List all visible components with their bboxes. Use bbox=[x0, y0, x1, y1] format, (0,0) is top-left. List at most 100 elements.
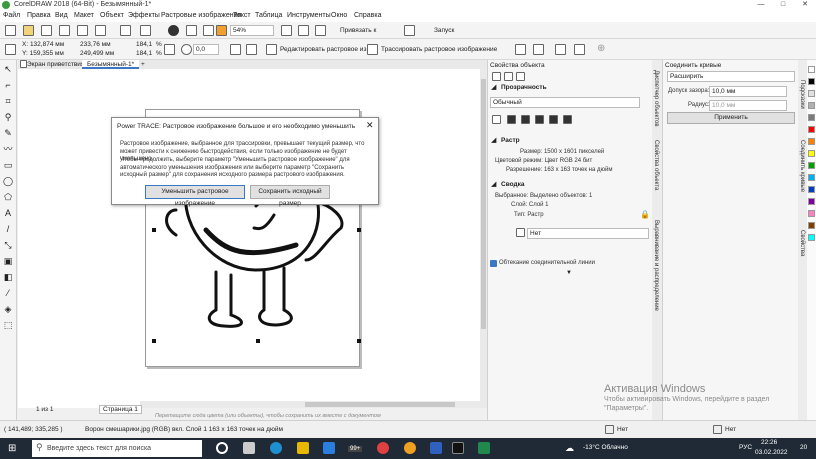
x-position-field[interactable]: X: 132,874 мм bbox=[22, 41, 64, 48]
menu-text[interactable]: Текст bbox=[233, 12, 251, 19]
tab-object-manager[interactable]: Диспетчер объектов bbox=[653, 70, 659, 127]
color-swatch[interactable] bbox=[808, 210, 815, 217]
cloud-icon[interactable] bbox=[59, 25, 70, 36]
transparency-mode-select[interactable]: Обычный bbox=[490, 97, 640, 108]
tab-properties[interactable]: Свойства bbox=[799, 230, 805, 256]
rectangle-tool-icon[interactable]: ▭ bbox=[3, 160, 13, 170]
import-icon[interactable] bbox=[186, 25, 197, 36]
cut-icon[interactable] bbox=[95, 25, 106, 36]
horizontal-scroll-thumb[interactable] bbox=[305, 402, 455, 407]
polygon-tool-icon[interactable]: ⬠ bbox=[3, 192, 13, 202]
color-swatch[interactable] bbox=[808, 198, 815, 205]
search-content-icon[interactable] bbox=[168, 25, 179, 36]
maximize-button[interactable]: □ bbox=[772, 0, 794, 10]
color-swatch[interactable] bbox=[808, 126, 815, 133]
tab-align-distribute[interactable]: Выравнивание и распределение bbox=[653, 220, 659, 311]
expand-arrow-icon[interactable]: ▼ bbox=[566, 270, 572, 276]
edit-bitmap-icon[interactable] bbox=[266, 44, 277, 55]
color-swatch[interactable] bbox=[808, 234, 815, 241]
selection-handle[interactable] bbox=[357, 228, 361, 232]
menu-window[interactable]: Окно bbox=[331, 12, 347, 19]
no-transparency-icon[interactable] bbox=[492, 115, 501, 124]
color-swatch[interactable] bbox=[808, 114, 815, 121]
scale-width-field[interactable]: 184,1 bbox=[136, 41, 152, 48]
tab-hints[interactable]: Подсказки bbox=[799, 80, 805, 109]
gap-tolerance-field[interactable]: 10,0 мм bbox=[709, 86, 787, 97]
width-field[interactable]: 233,76 мм bbox=[80, 41, 111, 48]
fill-indicator-icon[interactable] bbox=[605, 425, 614, 434]
language-indicator[interactable]: РУС bbox=[739, 444, 752, 451]
scale-height-field[interactable]: 184,1 bbox=[136, 50, 152, 57]
eyedropper-tool-icon[interactable]: ⁄ bbox=[3, 288, 13, 298]
fountain-transparency-icon[interactable] bbox=[521, 115, 530, 124]
tab-document[interactable]: Безымянный-1* bbox=[82, 60, 140, 69]
tab-welcome-screen[interactable]: Экран приветствия bbox=[22, 60, 89, 69]
start-icon[interactable]: ⊞ bbox=[8, 443, 16, 454]
open-folder-icon[interactable] bbox=[23, 25, 34, 36]
transparency-tab-icon[interactable] bbox=[516, 72, 525, 81]
tab-object-properties[interactable]: Свойства объекта bbox=[653, 140, 659, 190]
freehand-tool-icon[interactable]: ✎ bbox=[3, 128, 13, 138]
outline-indicator-icon[interactable] bbox=[713, 425, 722, 434]
print-icon[interactable] bbox=[77, 25, 88, 36]
minimize-button[interactable]: — bbox=[750, 0, 772, 10]
color-swatch[interactable] bbox=[808, 66, 815, 73]
store-icon[interactable] bbox=[323, 442, 335, 454]
shape-tool-icon[interactable]: ⌐ bbox=[3, 80, 13, 90]
trace-bitmap-icon[interactable] bbox=[367, 44, 378, 55]
color-swatch[interactable] bbox=[808, 174, 815, 181]
keep-original-size-button[interactable]: Сохранить исходный размер bbox=[250, 185, 330, 207]
weather-text[interactable]: -13°C Облачно bbox=[583, 444, 628, 451]
outline-tab-icon[interactable] bbox=[492, 72, 501, 81]
publish-pdf-icon[interactable] bbox=[216, 25, 227, 36]
lock-ratio-icon[interactable] bbox=[164, 44, 175, 55]
menu-help[interactable]: Справка bbox=[354, 12, 381, 19]
ellipse-tool-icon[interactable]: ◯ bbox=[3, 176, 13, 186]
rulers-icon[interactable] bbox=[298, 25, 309, 36]
transparency-tool-icon[interactable]: ◧ bbox=[3, 272, 13, 282]
collapse-arrow-icon[interactable]: ◢ bbox=[491, 180, 496, 188]
color-swatch[interactable] bbox=[808, 222, 815, 229]
resample-icon[interactable] bbox=[533, 44, 544, 55]
selection-handle[interactable] bbox=[256, 339, 260, 343]
menu-effects[interactable]: Эффекты bbox=[128, 12, 160, 19]
menu-object[interactable]: Объект bbox=[100, 12, 124, 19]
new-tab-button[interactable]: + bbox=[136, 60, 150, 69]
chrome-icon[interactable] bbox=[404, 442, 416, 454]
lock-icon[interactable]: 🔒 bbox=[640, 210, 650, 219]
coreldraw-icon[interactable] bbox=[452, 442, 464, 454]
height-field[interactable]: 249,499 мм bbox=[80, 50, 114, 57]
redo-icon[interactable] bbox=[140, 25, 151, 36]
taskbar-search-box[interactable]: Введите здесь текст для поиска bbox=[32, 440, 202, 457]
checkbox-checked-icon[interactable] bbox=[490, 260, 497, 267]
add-icon[interactable]: ⊕ bbox=[597, 43, 605, 54]
color-swatch[interactable] bbox=[808, 78, 815, 85]
grid-icon[interactable] bbox=[315, 25, 326, 36]
new-document-icon[interactable] bbox=[5, 25, 16, 36]
vertical-scrollbar[interactable] bbox=[480, 69, 487, 408]
tab-connect-curves[interactable]: Соединить кривые bbox=[799, 140, 805, 192]
uniform-transparency-icon[interactable] bbox=[507, 115, 516, 124]
menu-layout[interactable]: Макет bbox=[74, 12, 94, 19]
mirror-vertical-icon[interactable] bbox=[246, 44, 257, 55]
vertical-scroll-thumb[interactable] bbox=[481, 79, 486, 329]
radius-field[interactable]: 10,0 мм bbox=[709, 100, 787, 111]
save-icon[interactable] bbox=[41, 25, 52, 36]
connector-tool-icon[interactable]: ⤡ bbox=[3, 240, 13, 250]
widgets-icon[interactable] bbox=[243, 442, 255, 454]
reduce-bitmap-button[interactable]: Уменьшить растровое изображение bbox=[145, 185, 245, 207]
excel-icon[interactable] bbox=[478, 442, 490, 454]
smart-fill-icon[interactable]: ⬚ bbox=[3, 320, 13, 330]
bitmap-color-mask-icon[interactable] bbox=[555, 44, 566, 55]
artistic-media-icon[interactable]: 〰 bbox=[3, 144, 13, 154]
menu-table[interactable]: Таблица bbox=[255, 12, 282, 19]
notification-count[interactable]: 20 bbox=[800, 444, 807, 451]
clock-date[interactable]: 03.02.2022 bbox=[755, 449, 788, 456]
blend-tool-icon[interactable]: ▣ bbox=[3, 256, 13, 266]
word-icon[interactable] bbox=[430, 442, 442, 454]
close-window-button[interactable]: ✕ bbox=[794, 0, 816, 10]
horizontal-scrollbar[interactable] bbox=[140, 401, 480, 408]
crop-tool-icon[interactable]: ⌗ bbox=[3, 96, 13, 106]
export-icon[interactable] bbox=[203, 25, 214, 36]
text-tool-icon[interactable]: A bbox=[3, 208, 13, 218]
